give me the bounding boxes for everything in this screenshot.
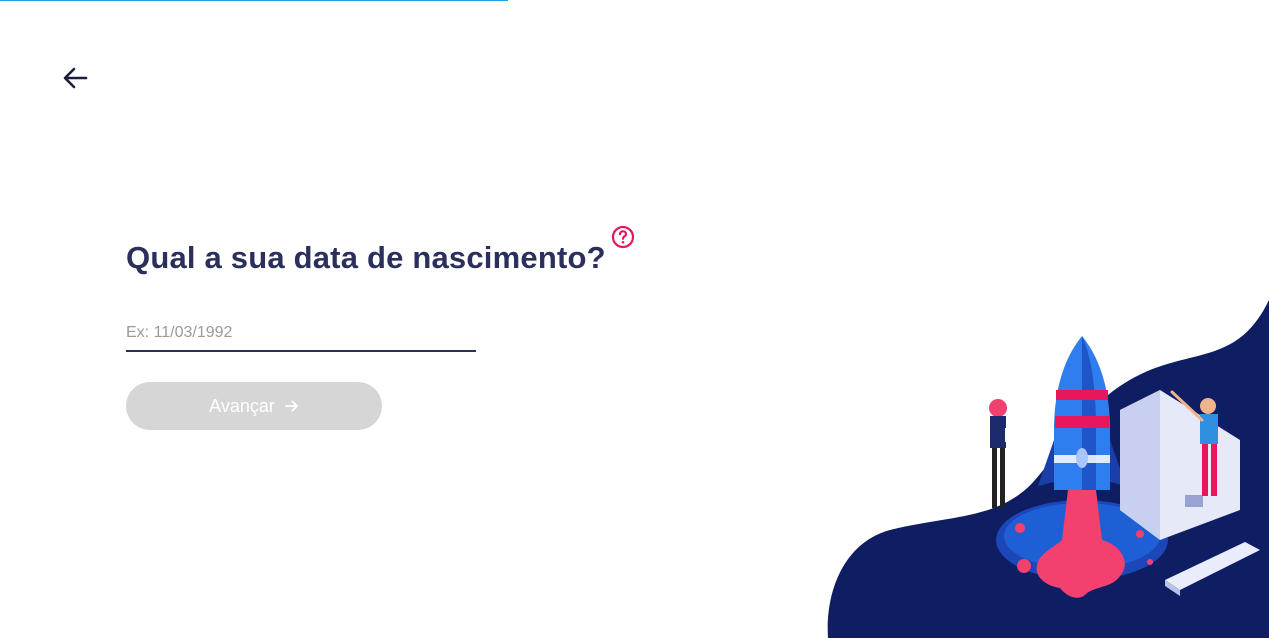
arrow-left-icon: [63, 67, 88, 89]
advance-button-label: Avançar: [209, 395, 275, 416]
progress-bar-fill: [0, 0, 508, 1]
help-button[interactable]: [611, 225, 635, 249]
rocket-launch-illustration: [827, 300, 1269, 638]
person-with-laptop: [989, 399, 1027, 508]
advance-button[interactable]: Avançar: [126, 382, 382, 430]
arrow-right-icon: [284, 400, 298, 412]
birth-date-field: [126, 318, 476, 352]
question-circle-icon: [611, 225, 635, 249]
page-title: Qual a sua data de nascimento?: [126, 240, 606, 275]
birth-date-step: Qual a sua data de nascimento? Avançar: [0, 0, 1269, 638]
question-heading: Qual a sua data de nascimento?: [126, 240, 606, 276]
progress-bar: [0, 0, 1269, 1]
back-button[interactable]: [58, 60, 92, 96]
birth-date-input[interactable]: [126, 318, 476, 348]
